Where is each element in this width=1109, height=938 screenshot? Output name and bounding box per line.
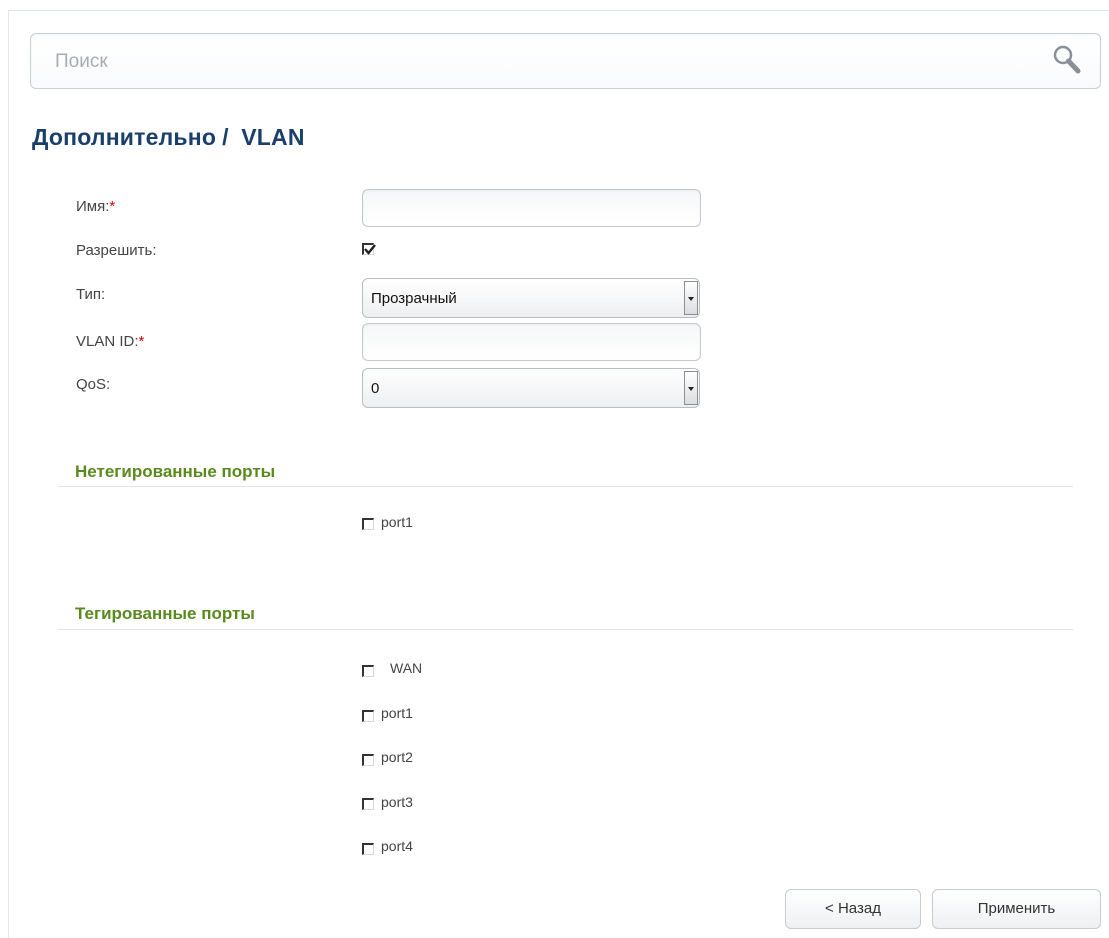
tagged-ports-title: Тегированные порты <box>75 604 255 623</box>
section-divider <box>58 486 1073 487</box>
back-button[interactable]: < Назад <box>785 889 921 929</box>
search-icon[interactable] <box>1052 44 1082 76</box>
search-box[interactable] <box>30 33 1101 89</box>
untagged-ports-title: Нетегированные порты <box>75 462 276 481</box>
tagged-port2-label[interactable]: port2 <box>381 749 413 765</box>
breadcrumb-separator: / <box>222 124 229 150</box>
vlan-id-field[interactable] <box>362 323 701 361</box>
required-marker: * <box>109 198 116 215</box>
vlan-id-label-text: VLAN ID: <box>76 333 139 350</box>
required-marker: * <box>138 333 145 350</box>
section-divider <box>58 629 1073 630</box>
breadcrumb-parent[interactable]: Дополнительно <box>32 124 216 150</box>
untagged-port1-checkbox[interactable] <box>362 518 374 530</box>
enable-checkbox[interactable] <box>362 243 376 255</box>
chevron-down-icon[interactable] <box>684 371 698 405</box>
type-select-value: Прозрачный <box>371 290 457 307</box>
qos-select-value: 0 <box>371 380 380 397</box>
tagged-wan-checkbox[interactable] <box>362 665 374 677</box>
page-title: Дополнительно / VLAN <box>32 124 305 151</box>
name-label: Имя:* <box>76 198 115 215</box>
type-select[interactable]: Прозрачный <box>362 278 700 318</box>
name-label-text: Имя: <box>76 198 110 215</box>
untagged-port1-label[interactable]: port1 <box>381 514 413 530</box>
tagged-port1-checkbox[interactable] <box>362 710 374 722</box>
tagged-port3-checkbox[interactable] <box>362 798 374 810</box>
tagged-wan-label[interactable]: WAN <box>390 660 422 676</box>
apply-button[interactable]: Применить <box>932 889 1101 929</box>
tagged-port4-checkbox[interactable] <box>362 843 374 855</box>
qos-select[interactable]: 0 <box>362 368 700 408</box>
enable-label: Разрешить: <box>76 242 157 259</box>
chevron-down-icon[interactable] <box>684 281 698 315</box>
qos-label: QoS: <box>76 376 111 393</box>
tagged-port2-checkbox[interactable] <box>362 754 374 766</box>
tagged-port4-label[interactable]: port4 <box>381 838 413 854</box>
search-input[interactable] <box>53 48 1017 76</box>
name-field[interactable] <box>362 189 701 227</box>
breadcrumb-current: VLAN <box>241 124 305 150</box>
tagged-port3-label[interactable]: port3 <box>381 794 413 810</box>
vlan-id-label: VLAN ID:* <box>76 333 144 350</box>
type-label: Тип: <box>76 286 106 303</box>
tagged-port1-label[interactable]: port1 <box>381 705 413 721</box>
